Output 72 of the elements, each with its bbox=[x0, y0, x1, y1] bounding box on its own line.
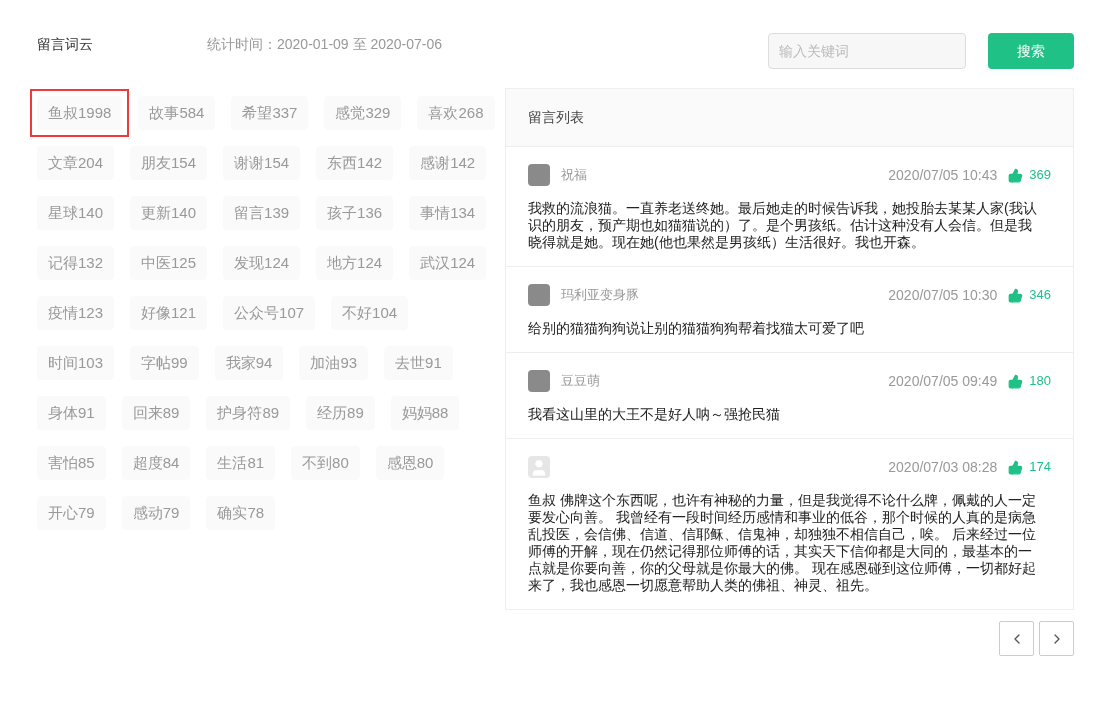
keyword-tag[interactable]: 武汉124 bbox=[409, 246, 487, 280]
keyword-tag[interactable]: 感觉329 bbox=[324, 96, 402, 130]
keyword-tag[interactable]: 害怕85 bbox=[37, 446, 106, 480]
comment-time: 2020/07/05 09:49 bbox=[888, 371, 998, 391]
keyword-tag[interactable]: 好像121 bbox=[130, 296, 208, 330]
like-count: 180 bbox=[1029, 372, 1051, 391]
keyword-tag[interactable]: 发现124 bbox=[223, 246, 301, 280]
comment-text: 我救的流浪猫。一直养老送终她。最后她走的时候告诉我，她投胎去某某人家(我认识的朋友，预产期也如猫猫说的）了。是个男孩纸。估计这种没有人会信。但是我晓得就是她。现在她(他也果然是男孩纸）生活很好。我也开森。 bbox=[528, 200, 1038, 251]
keyword-tag[interactable]: 疫情123 bbox=[37, 296, 115, 330]
keyword-tag[interactable]: 留言139 bbox=[223, 196, 301, 230]
default-avatar-icon bbox=[528, 456, 550, 478]
like-count: 174 bbox=[1029, 458, 1051, 477]
keyword-tag[interactable]: 希望337 bbox=[231, 96, 309, 130]
like-icon[interactable] bbox=[1008, 459, 1024, 475]
keyword-search-field[interactable]: 输入关键词 bbox=[768, 33, 966, 69]
keyword-tag[interactable]: 字帖99 bbox=[130, 346, 199, 380]
comment-time: 2020/07/05 10:30 bbox=[888, 285, 998, 305]
keyword-tag[interactable]: 加油93 bbox=[299, 346, 369, 380]
comment-text: 我看这山里的大王不是好人呐～强抢民猫 bbox=[528, 406, 781, 423]
avatar-photo-placeholder bbox=[528, 370, 550, 392]
next-page-button[interactable] bbox=[1039, 621, 1074, 656]
keyword-tag[interactable]: 回来89 bbox=[121, 396, 191, 430]
keyword-tag[interactable]: 妈妈88 bbox=[390, 396, 460, 430]
like-icon[interactable] bbox=[1008, 287, 1024, 303]
commenter-name: 豆豆萌 bbox=[561, 372, 600, 391]
keyword-tag[interactable]: 感恩80 bbox=[375, 446, 445, 480]
keyword-tag[interactable]: 开心79 bbox=[37, 496, 106, 530]
word-cloud-title: 留言词云 bbox=[37, 34, 94, 54]
keyword-tag[interactable]: 中医125 bbox=[130, 246, 208, 280]
comment-text: 给别的猫猫狗狗说让别的猫猫狗狗帮着找猫太可爱了吧 bbox=[528, 320, 865, 337]
panel-title: 留言列表 bbox=[528, 108, 584, 127]
keyword-tag[interactable]: 感谢142 bbox=[409, 146, 487, 180]
comment-time: 2020/07/05 10:43 bbox=[888, 165, 998, 185]
commenter-name: 祝福 bbox=[561, 166, 587, 185]
keyword-tag[interactable]: 地方124 bbox=[316, 246, 394, 280]
keyword-tag[interactable]: 喜欢268 bbox=[417, 96, 495, 130]
keyword-tag[interactable]: 事情134 bbox=[409, 196, 487, 230]
previous-page-button[interactable] bbox=[999, 621, 1034, 656]
keyword-tag[interactable]: 护身符89 bbox=[206, 396, 291, 430]
keyword-tag[interactable]: 朋友154 bbox=[130, 146, 208, 180]
keyword-tag[interactable]: 时间103 bbox=[37, 346, 115, 380]
keyword-tag[interactable]: 不好104 bbox=[331, 296, 409, 330]
comment-text: 鱼叔 佛牌这个东西呢，也许有神秘的力量，但是我觉得不论什么牌，佩戴的人一定要发心向善。 我曾经有一段时间经历感情和事业的低谷，那个时候的人真的是病急乱投医，会信佛、信道、信耶稣、信鬼神，却独独不相信自己，唉。 后来经过一位师傅的开解，现在仍然记得那位师傅的话，其实天下信仰都是大同的，最基本的一点就是你要向善，你的父母就是你最大的佛。 现在感恩碰到这位师傅，一切都好起来了，我也感恩一切愿意帮助人类的佛祖、神灵、祖先。 bbox=[528, 492, 1037, 594]
like-icon[interactable] bbox=[1008, 167, 1024, 183]
keyword-tag[interactable]: 鱼叔1998 bbox=[37, 96, 123, 130]
keyword-tag[interactable]: 确实78 bbox=[206, 496, 276, 530]
keyword-tag[interactable]: 谢谢154 bbox=[223, 146, 301, 180]
commenter-name: 玛利亚变身豚 bbox=[561, 286, 639, 305]
keyword-tag[interactable]: 孩子136 bbox=[316, 196, 394, 230]
keyword-tag[interactable]: 生活81 bbox=[206, 446, 276, 480]
keyword-tag[interactable]: 故事584 bbox=[138, 96, 216, 130]
keyword-tag[interactable]: 更新140 bbox=[130, 196, 208, 230]
keyword-tag[interactable]: 经历89 bbox=[306, 396, 375, 430]
keyword-tag[interactable]: 超度84 bbox=[121, 446, 191, 480]
keyword-tag[interactable]: 东西142 bbox=[316, 146, 394, 180]
keyword-tag[interactable]: 公众号107 bbox=[223, 296, 316, 330]
search-button[interactable]: 搜索 bbox=[988, 33, 1074, 69]
stats-period: 统计时间：2020-01-09 至 2020-07-06 bbox=[207, 34, 442, 54]
comment-time: 2020/07/03 08:28 bbox=[888, 457, 998, 477]
keyword-tag[interactable]: 记得132 bbox=[37, 246, 115, 280]
keyword-tag[interactable]: 文章204 bbox=[37, 146, 115, 180]
keyword-tag[interactable]: 身体91 bbox=[37, 396, 106, 430]
like-count: 346 bbox=[1029, 286, 1051, 305]
avatar-photo-placeholder bbox=[528, 164, 550, 186]
keyword-tag[interactable]: 去世91 bbox=[384, 346, 453, 380]
like-count: 369 bbox=[1029, 166, 1051, 185]
keyword-tag[interactable]: 我家94 bbox=[214, 346, 284, 380]
avatar-photo-placeholder bbox=[528, 284, 550, 306]
keyword-tag[interactable]: 不到80 bbox=[291, 446, 360, 480]
keyword-tag[interactable]: 感动79 bbox=[121, 496, 191, 530]
like-icon[interactable] bbox=[1008, 373, 1024, 389]
keyword-tag[interactable]: 星球140 bbox=[37, 196, 115, 230]
